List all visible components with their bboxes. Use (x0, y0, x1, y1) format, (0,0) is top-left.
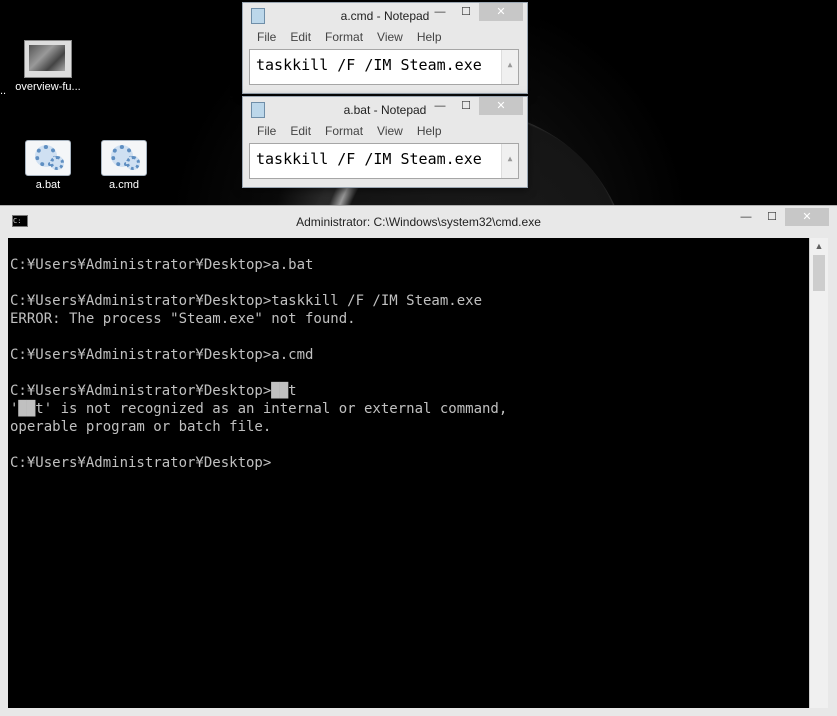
window-title: Administrator: C:\Windows\system32\cmd.e… (296, 215, 541, 229)
text-editor[interactable]: taskkill /F /IM Steam.exe ▲▼ (249, 49, 519, 129)
close-button[interactable]: ✕ (479, 3, 523, 21)
menu-view[interactable]: View (377, 30, 403, 44)
console-line: C:¥Users¥Administrator¥Desktop>██t (10, 383, 297, 399)
minimize-button[interactable]: — (427, 97, 453, 115)
title-bar[interactable]: a.cmd - Notepad — ☐ ✕ (243, 3, 527, 27)
menu-format[interactable]: Format (325, 124, 363, 138)
desktop-icon-label: a.bat (35, 179, 61, 191)
console-line: C:¥Users¥Administrator¥Desktop> (10, 455, 272, 471)
console-line: C:¥Users¥Administrator¥Desktop>a.bat (10, 257, 314, 273)
desktop-icon-overview[interactable]: overview-fu... (8, 40, 88, 93)
menu-file[interactable]: File (257, 124, 276, 138)
menu-edit[interactable]: Edit (290, 30, 311, 44)
close-button[interactable]: ✕ (785, 208, 829, 226)
editor-content: taskkill /F /IM Steam.exe (256, 56, 482, 74)
menu-view[interactable]: View (377, 124, 403, 138)
console-line: C:¥Users¥Administrator¥Desktop>a.cmd (10, 347, 314, 363)
image-file-icon (24, 40, 72, 78)
scroll-up-arrow-icon[interactable]: ▲ (810, 238, 828, 255)
cmd-window[interactable]: C: Administrator: C:\Windows\system32\cm… (0, 205, 837, 716)
menu-bar: File Edit Format View Help (243, 27, 527, 47)
console-output[interactable]: C:¥Users¥Administrator¥Desktop>a.bat C:¥… (8, 238, 809, 708)
notepad-window-a-bat[interactable]: a.bat - Notepad — ☐ ✕ File Edit Format V… (242, 96, 528, 223)
text-editor[interactable]: taskkill /F /IM Steam.exe ▲▼ (249, 143, 519, 223)
menu-format[interactable]: Format (325, 30, 363, 44)
vertical-scrollbar[interactable]: ▲▼ (501, 50, 518, 129)
menu-edit[interactable]: Edit (290, 124, 311, 138)
vertical-scrollbar[interactable]: ▲ (809, 238, 828, 708)
maximize-button[interactable]: ☐ (453, 97, 479, 115)
maximize-button[interactable]: ☐ (759, 208, 785, 226)
minimize-button[interactable]: — (733, 208, 759, 226)
console-line: operable program or batch file. (10, 419, 272, 435)
desktop-icon-label: a.cmd (109, 179, 139, 191)
menu-bar: File Edit Format View Help (243, 121, 527, 141)
title-bar[interactable]: C: Administrator: C:\Windows\system32\cm… (0, 206, 837, 236)
maximize-button[interactable]: ☐ (453, 3, 479, 21)
batch-file-icon (101, 140, 147, 176)
console-line: '██t' is not recognized as an internal o… (10, 401, 508, 417)
console-line: ERROR: The process "Steam.exe" not found… (10, 311, 356, 327)
menu-file[interactable]: File (257, 30, 276, 44)
notepad-window-a-cmd[interactable]: a.cmd - Notepad — ☐ ✕ File Edit Format V… (242, 2, 528, 129)
desktop-icon-a-bat[interactable]: a.bat (8, 140, 88, 191)
menu-help[interactable]: Help (417, 124, 442, 138)
close-button[interactable]: ✕ (479, 97, 523, 115)
editor-content: taskkill /F /IM Steam.exe (256, 150, 482, 168)
menu-help[interactable]: Help (417, 30, 442, 44)
minimize-button[interactable]: — (427, 3, 453, 21)
batch-file-icon (25, 140, 71, 176)
desktop-icon-a-cmd[interactable]: a.cmd (84, 140, 164, 191)
title-bar[interactable]: a.bat - Notepad — ☐ ✕ (243, 97, 527, 121)
truncated-icon-label: .. (0, 85, 7, 97)
console-line: C:¥Users¥Administrator¥Desktop>taskkill … (10, 293, 483, 309)
vertical-scrollbar[interactable]: ▲▼ (501, 144, 518, 223)
desktop-icon-label: overview-fu... (15, 81, 81, 93)
scroll-thumb[interactable] (813, 255, 825, 291)
